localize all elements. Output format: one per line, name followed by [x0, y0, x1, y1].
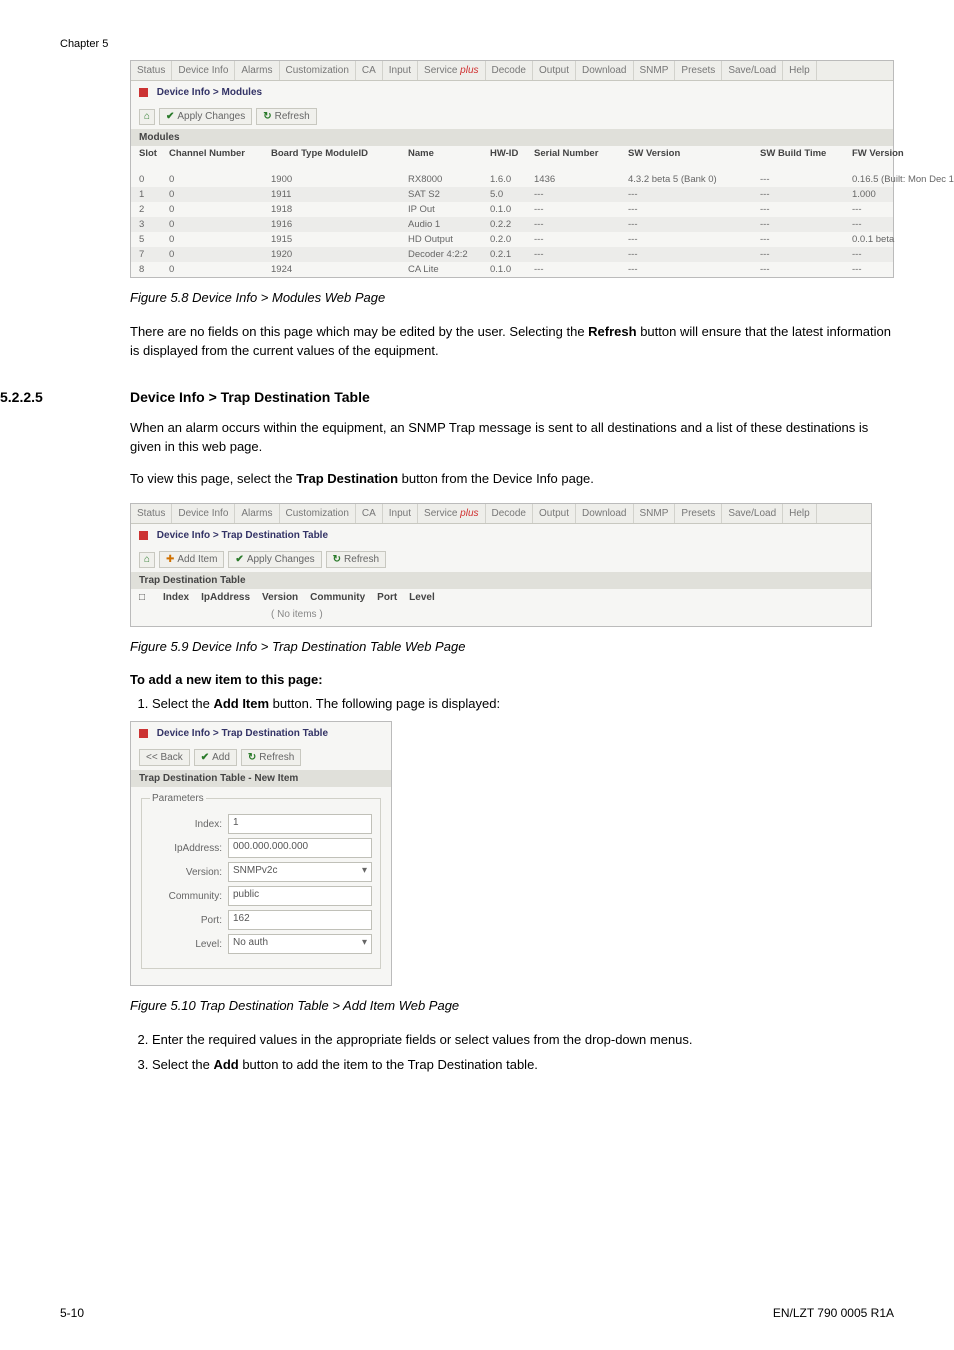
- tab-customization[interactable]: Customization: [280, 504, 356, 523]
- table-row: 501915HD Output0.2.0---------0.0.1 beta-…: [131, 232, 893, 247]
- tab-output[interactable]: Output: [533, 61, 576, 80]
- label-ipaddress: IpAddress:: [150, 843, 228, 854]
- modules-header: Modules: [131, 129, 893, 146]
- tab-deviceinfo[interactable]: Device Info: [172, 504, 235, 523]
- trap-table-header: Trap Destination Table: [131, 572, 871, 589]
- footer-page-number: 5-10: [60, 1306, 84, 1320]
- refresh-button[interactable]: ↻Refresh: [241, 749, 301, 766]
- body-para-alarm: When an alarm occurs within the equipmen…: [130, 419, 894, 457]
- tab-service[interactable]: Service plus: [418, 61, 485, 80]
- tab-deviceinfo[interactable]: Device Info: [172, 61, 235, 80]
- figure-5-10-caption: Figure 5.10 Trap Destination Table > Add…: [130, 998, 894, 1013]
- tab-input[interactable]: Input: [383, 61, 418, 80]
- add-item-screenshot: Device Info > Trap Destination Table << …: [130, 721, 392, 986]
- figure-5-8-caption: Figure 5.8 Device Info > Modules Web Pag…: [130, 290, 894, 305]
- tab-output[interactable]: Output: [533, 504, 576, 523]
- parameters-legend: Parameters: [150, 793, 206, 804]
- tab-alarms[interactable]: Alarms: [235, 504, 279, 523]
- trap-breadcrumb: Device Info > Trap Destination Table: [131, 524, 871, 547]
- chapter-label: Chapter 5: [60, 38, 108, 50]
- tab-saveload[interactable]: Save/Load: [722, 61, 783, 80]
- tab-service[interactable]: Service plus: [418, 504, 485, 523]
- table-row: 701920Decoder 4:2:20.2.1---------------: [131, 247, 893, 262]
- section-title-trap-dest: Device Info > Trap Destination Table: [130, 389, 370, 405]
- tab-status[interactable]: Status: [131, 504, 172, 523]
- level-dropdown[interactable]: No auth: [228, 934, 372, 954]
- tab-decode[interactable]: Decode: [486, 504, 533, 523]
- ipaddress-field[interactable]: 000.000.000.000: [228, 838, 372, 858]
- figure-5-9-caption: Figure 5.9 Device Info > Trap Destinatio…: [130, 639, 894, 654]
- back-button[interactable]: << Back: [139, 749, 190, 766]
- additem-toolbar: << Back ✔Add ↻Refresh: [131, 745, 391, 770]
- table-row: 301916Audio 10.2.2---------------: [131, 217, 893, 232]
- breadcrumb-bullet-icon: [139, 531, 148, 540]
- refresh-button[interactable]: ↻Refresh: [256, 108, 316, 125]
- breadcrumb-bullet-icon: [139, 88, 148, 97]
- step-3: Select the Add button to add the item to…: [152, 1056, 894, 1074]
- tab-help[interactable]: Help: [783, 504, 817, 523]
- add-item-button[interactable]: ✚Add Item: [159, 551, 224, 568]
- label-level: Level:: [150, 939, 228, 950]
- tab-presets[interactable]: Presets: [675, 61, 722, 80]
- additem-breadcrumb: Device Info > Trap Destination Table: [131, 722, 391, 745]
- tab-saveload[interactable]: Save/Load: [722, 504, 783, 523]
- modules-tabs: StatusDevice InfoAlarmsCustomizationCAIn…: [131, 61, 893, 81]
- trap-tabs: StatusDevice InfoAlarmsCustomizationCAIn…: [131, 504, 871, 524]
- community-field[interactable]: public: [228, 886, 372, 906]
- footer-doc-id: EN/LZT 790 0005 R1A: [773, 1306, 894, 1320]
- trap-toolbar: ⌂ ✚Add Item ✔Apply Changes ↻Refresh: [131, 547, 871, 572]
- tab-download[interactable]: Download: [576, 504, 633, 523]
- tab-input[interactable]: Input: [383, 504, 418, 523]
- body-para-to-view: To view this page, select the Trap Desti…: [130, 470, 894, 489]
- index-field[interactable]: 1: [228, 814, 372, 834]
- section-number-5225: 5.2.2.5: [0, 389, 130, 405]
- tab-download[interactable]: Download: [576, 61, 633, 80]
- table-row: 101911SAT S25.0---------1.000---: [131, 187, 893, 202]
- tab-status[interactable]: Status: [131, 61, 172, 80]
- tab-alarms[interactable]: Alarms: [235, 61, 279, 80]
- table-row: 001900RX80001.6.014364.3.2 beta 5 (Bank …: [131, 172, 893, 187]
- tab-snmp[interactable]: SNMP: [634, 504, 676, 523]
- home-icon[interactable]: ⌂: [139, 552, 155, 568]
- trap-no-items: ( No items ): [131, 606, 871, 626]
- breadcrumb-bullet-icon: [139, 729, 148, 738]
- tab-snmp[interactable]: SNMP: [634, 61, 676, 80]
- tab-ca[interactable]: CA: [356, 61, 383, 80]
- label-community: Community:: [150, 891, 228, 902]
- modules-toolbar: ⌂ ✔Apply Changes ↻Refresh: [131, 104, 893, 129]
- subheading-add-item: To add a new item to this page:: [130, 672, 894, 687]
- modules-screenshot: StatusDevice InfoAlarmsCustomizationCAIn…: [130, 60, 894, 278]
- apply-changes-button[interactable]: ✔Apply Changes: [159, 108, 252, 125]
- version-dropdown[interactable]: SNMPv2c: [228, 862, 372, 882]
- body-para-no-fields: There are no fields on this page which m…: [130, 323, 894, 361]
- parameters-fieldset: Parameters Index:1 IpAddress:000.000.000…: [141, 793, 381, 969]
- apply-changes-button[interactable]: ✔Apply Changes: [228, 551, 321, 568]
- port-field[interactable]: 162: [228, 910, 372, 930]
- modules-breadcrumb: Device Info > Modules: [131, 81, 893, 104]
- step-2: Enter the required values in the appropr…: [152, 1031, 894, 1049]
- table-row: 201918IP Out0.1.0---------------: [131, 202, 893, 217]
- modules-rows: 001900RX80001.6.014364.3.2 beta 5 (Bank …: [131, 172, 893, 277]
- label-port: Port:: [150, 915, 228, 926]
- refresh-button[interactable]: ↻Refresh: [326, 551, 386, 568]
- home-icon[interactable]: ⌂: [139, 109, 155, 125]
- trap-columns: □ Index IpAddress Version Community Port…: [131, 589, 871, 606]
- tab-help[interactable]: Help: [783, 61, 817, 80]
- breadcrumb-text: Device Info > Modules: [157, 87, 262, 98]
- breadcrumb-text: Device Info > Trap Destination Table: [157, 728, 328, 739]
- trap-table-screenshot: StatusDevice InfoAlarmsCustomizationCAIn…: [130, 503, 872, 627]
- tab-presets[interactable]: Presets: [675, 504, 722, 523]
- add-button[interactable]: ✔Add: [194, 749, 237, 766]
- tab-decode[interactable]: Decode: [486, 61, 533, 80]
- tab-customization[interactable]: Customization: [280, 61, 356, 80]
- label-version: Version:: [150, 867, 228, 878]
- new-item-header: Trap Destination Table - New Item: [131, 770, 391, 787]
- tab-ca[interactable]: CA: [356, 504, 383, 523]
- step-1: Select the Add Item button. The followin…: [152, 695, 894, 713]
- breadcrumb-text: Device Info > Trap Destination Table: [157, 530, 328, 541]
- table-row: 801924CA Lite0.1.0---------------: [131, 262, 893, 277]
- label-index: Index:: [150, 819, 228, 830]
- modules-columns: SlotChannel NumberBoard Type ModuleIDNam…: [131, 146, 893, 172]
